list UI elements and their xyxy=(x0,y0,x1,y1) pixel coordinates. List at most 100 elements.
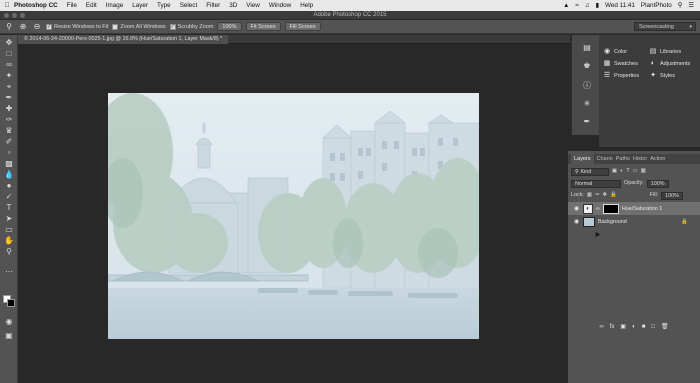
history-brush-tool-icon[interactable]: ✐ xyxy=(3,137,15,147)
lock-all-icon[interactable]: 🔒 xyxy=(610,191,617,200)
workspace-select[interactable]: Screencasting xyxy=(634,22,696,31)
brush-tool-icon[interactable]: ✑ xyxy=(3,115,15,125)
menu-layer[interactable]: Layer xyxy=(132,2,148,9)
pixel-filter-icon[interactable]: ▣ xyxy=(612,167,617,176)
tab-channels[interactable]: Chann xyxy=(597,154,613,164)
apple-icon[interactable]:  xyxy=(0,2,14,9)
tab-history[interactable]: Histor xyxy=(633,154,647,164)
lock-position-icon[interactable]: ✥ xyxy=(603,191,608,200)
pen-tool-icon[interactable]: ✓ xyxy=(3,192,15,202)
menu-edit[interactable]: Edit xyxy=(86,2,97,9)
quick-mask-icon[interactable]: ◉ xyxy=(3,317,15,327)
tab-paths[interactable]: Paths xyxy=(616,154,630,164)
type-filter-icon[interactable]: T xyxy=(626,167,629,176)
adjustment-filter-icon[interactable]: ◐ xyxy=(620,167,623,176)
layer-thumbnail[interactable] xyxy=(583,216,595,227)
dropbox-icon[interactable]: ▲ xyxy=(563,2,569,9)
battery-icon[interactable]: ▮ xyxy=(596,2,599,9)
menu-filter[interactable]: Filter xyxy=(206,2,220,9)
tab-layers[interactable]: Layers xyxy=(571,154,594,164)
info-panel-icon[interactable]: ⓘ xyxy=(582,81,592,91)
layer-row[interactable]: ◉ Background 🔒 xyxy=(568,215,700,228)
blend-mode-select[interactable]: Normal xyxy=(571,179,621,188)
lasso-tool-icon[interactable]: ∞ xyxy=(3,60,15,70)
clock[interactable]: Wed 11:41 xyxy=(605,2,635,9)
navigator-icon[interactable]: ✳ xyxy=(582,99,592,109)
zoom-all-windows-checkbox[interactable]: Zoom All Windows xyxy=(112,23,166,30)
shape-tool-icon[interactable]: ▭ xyxy=(3,225,15,235)
lock-transparent-icon[interactable]: ▦ xyxy=(587,191,592,200)
document-image[interactable] xyxy=(108,93,479,339)
layer-name[interactable]: Background xyxy=(598,219,627,225)
fit-screen-button[interactable]: Fit Screen xyxy=(245,22,281,31)
history-panel-icon[interactable]: ▤ xyxy=(582,43,592,53)
eyedropper-tool-icon[interactable]: ✒ xyxy=(3,93,15,103)
brush-presets-icon[interactable]: ♚ xyxy=(582,61,592,71)
quick-select-tool-icon[interactable]: ✦ xyxy=(3,71,15,81)
smart-filter-icon[interactable]: ▦ xyxy=(641,167,646,176)
hand-tool-icon[interactable]: ✋ xyxy=(3,236,15,246)
menu-help[interactable]: Help xyxy=(300,2,313,9)
panel-properties[interactable]: ☰ Properties xyxy=(603,72,639,80)
panel-libraries[interactable]: ▤ Libraries xyxy=(649,48,681,56)
minimize-window-button[interactable] xyxy=(12,13,17,18)
scrubby-zoom-checkbox[interactable]: ✓ Scrubby Zoom xyxy=(169,23,213,30)
volume-icon[interactable]: ♫ xyxy=(585,2,590,9)
menu-window[interactable]: Window xyxy=(269,2,291,9)
menu-select[interactable]: Select xyxy=(180,2,198,9)
panel-adjustments[interactable]: ◐ Adjustments xyxy=(649,60,690,68)
new-adjustment-icon[interactable]: ◐ xyxy=(632,321,636,333)
panel-swatches[interactable]: ▦ Swatches xyxy=(603,60,638,68)
menu-image[interactable]: Image xyxy=(106,2,124,9)
dodge-tool-icon[interactable]: ● xyxy=(3,181,15,191)
eye-icon[interactable]: ◉ xyxy=(573,205,580,212)
marquee-tool-icon[interactable]: □ xyxy=(3,49,15,59)
add-mask-icon[interactable]: ▣ xyxy=(620,321,626,333)
user-name[interactable]: PlantPhoto xyxy=(641,2,672,9)
wifi-icon[interactable]: ≈ xyxy=(575,2,578,9)
fill-screen-button[interactable]: Fill Screen xyxy=(284,22,321,31)
opacity-input[interactable]: 100% xyxy=(646,179,669,188)
more-tools-icon[interactable]: ⋯ xyxy=(3,267,15,277)
zoom-tool-icon[interactable]: ⚲ xyxy=(3,247,15,257)
resize-windows-checkbox[interactable]: ✓ Resize Windows to Fit xyxy=(46,23,108,30)
menu-list-icon[interactable]: ☰ xyxy=(688,2,694,9)
filter-kind-select[interactable]: ⚲ Kind xyxy=(571,167,609,176)
canvas-area[interactable] xyxy=(18,44,570,383)
menu-3d[interactable]: 3D xyxy=(229,2,237,9)
chain-icon[interactable]: ∞ xyxy=(596,206,600,212)
screen-mode-icon[interactable]: ▣ xyxy=(3,331,15,341)
tool-presets-icon[interactable]: ✒ xyxy=(582,117,592,127)
menu-app[interactable]: Photoshop CC xyxy=(14,2,58,9)
zoom-in-icon[interactable]: ⊕ xyxy=(18,22,28,32)
menu-file[interactable]: File xyxy=(67,2,77,9)
eraser-tool-icon[interactable]: ▫ xyxy=(3,148,15,158)
new-layer-icon[interactable]: □ xyxy=(651,321,655,333)
zoom-window-button[interactable] xyxy=(20,13,25,18)
clone-stamp-tool-icon[interactable]: ♛ xyxy=(3,126,15,136)
close-window-button[interactable] xyxy=(4,13,9,18)
zoom-100-button[interactable]: 100% xyxy=(217,22,242,31)
shape-filter-icon[interactable]: ▭ xyxy=(633,167,638,176)
move-tool-icon[interactable]: ✥ xyxy=(3,38,15,48)
healing-brush-tool-icon[interactable]: ✚ xyxy=(3,104,15,114)
link-layers-icon[interactable]: ∞ xyxy=(599,321,603,333)
new-group-icon[interactable]: ■ xyxy=(642,321,646,333)
crop-tool-icon[interactable]: ⌖ xyxy=(3,82,15,92)
layer-mask-thumbnail[interactable] xyxy=(602,203,619,214)
layer-style-icon[interactable]: fx xyxy=(610,321,615,333)
menu-view[interactable]: View xyxy=(246,2,260,9)
search-icon[interactable]: ⚲ xyxy=(678,2,683,9)
layer-row[interactable]: ◉ ◐ ∞ Hue/Saturation 1 xyxy=(568,202,700,215)
eye-icon[interactable]: ◉ xyxy=(573,218,580,225)
layer-name[interactable]: Hue/Saturation 1 xyxy=(622,206,662,212)
zoom-tool-icon[interactable]: ⚲ xyxy=(4,22,14,32)
panel-styles[interactable]: ✦ Styles xyxy=(649,72,675,80)
tab-actions[interactable]: Action xyxy=(650,154,665,164)
menu-type[interactable]: Type xyxy=(157,2,171,9)
document-tab[interactable]: © 2014-06-24-20000-Pers-0025-1.jpg @ 16.… xyxy=(18,35,229,44)
fill-input[interactable]: 100% xyxy=(661,191,683,200)
blur-tool-icon[interactable]: 💧 xyxy=(3,170,15,180)
zoom-out-icon[interactable]: ⊖ xyxy=(32,22,42,32)
background-color-swatch[interactable] xyxy=(7,299,15,307)
